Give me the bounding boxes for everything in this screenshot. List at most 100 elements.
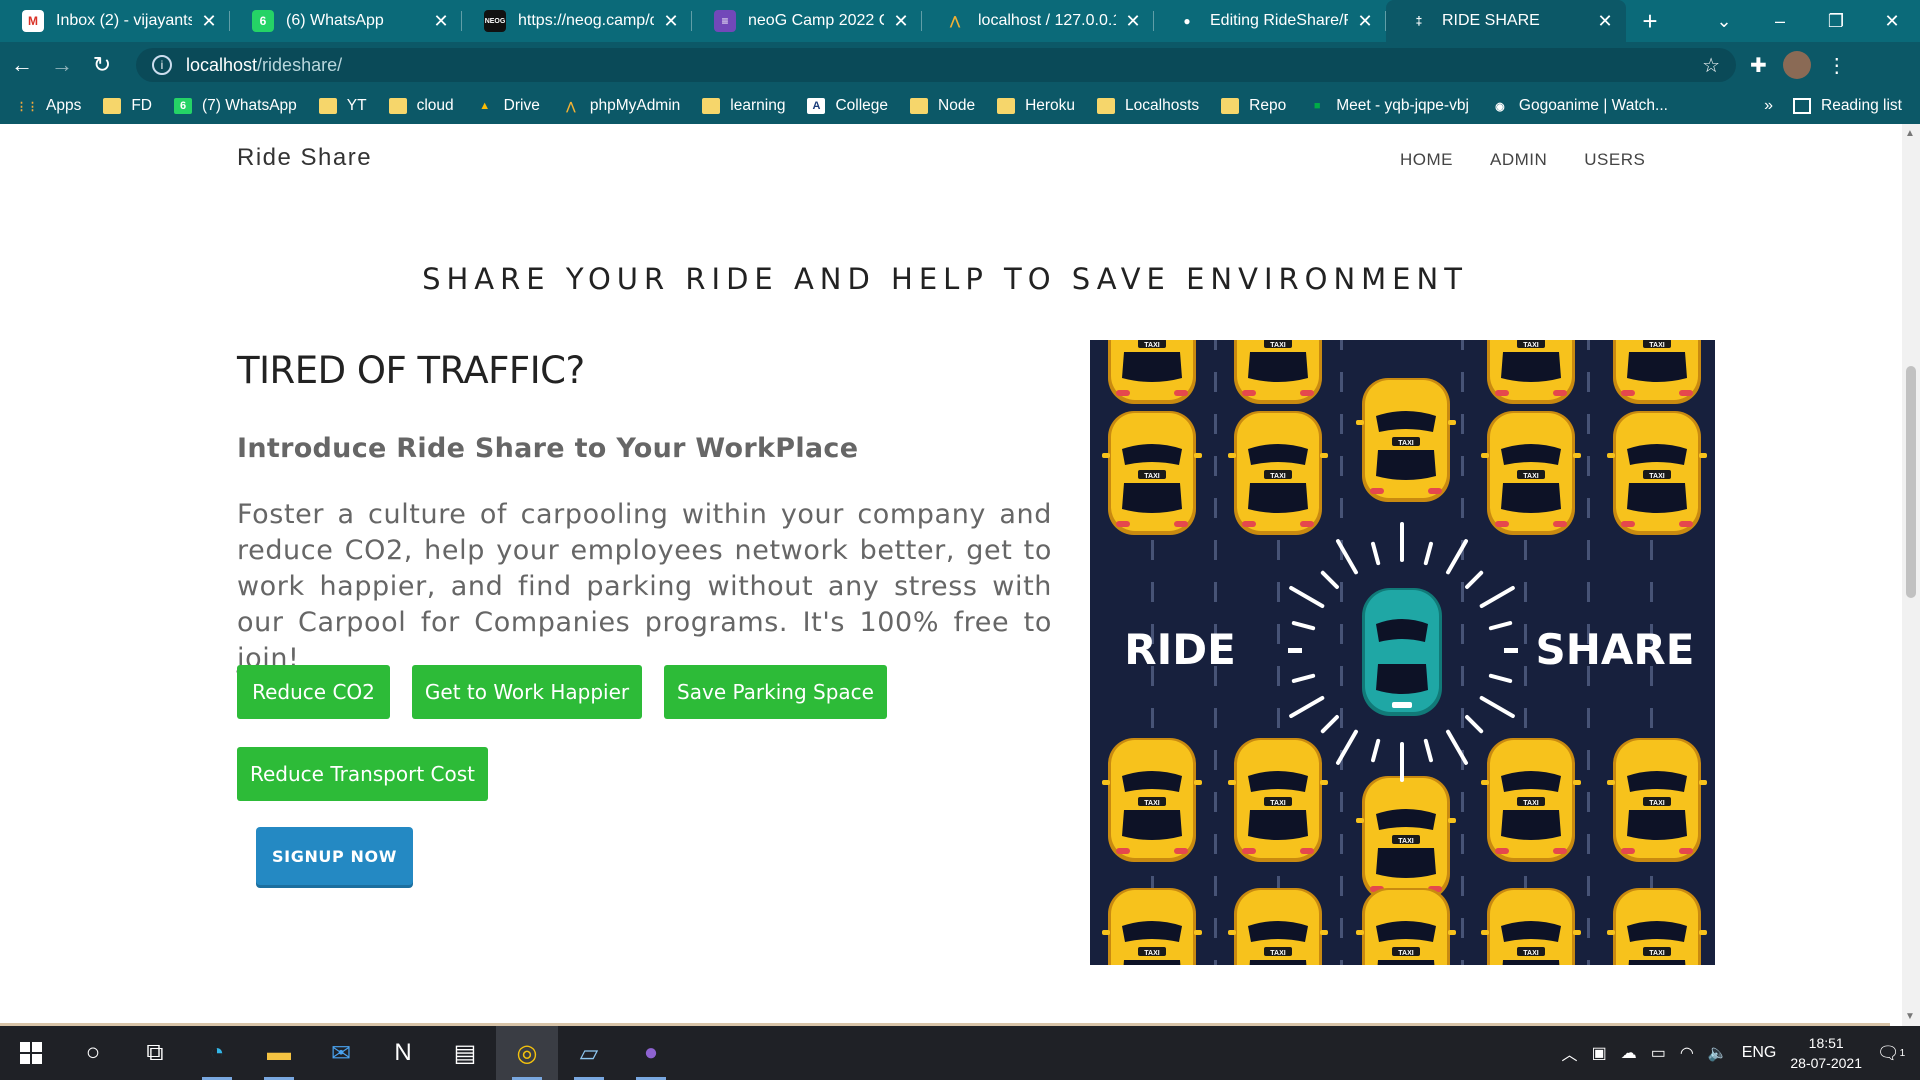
address-path: /rideshare/ [257,54,343,75]
bookmark-item[interactable]: A College [807,97,888,115]
minimize-icon[interactable]: – [1752,11,1808,32]
signup-button[interactable]: SIGNUP NOW [256,827,413,885]
bookmarks-overflow-icon[interactable]: » [1764,97,1773,115]
scrollbar-thumb[interactable] [1906,366,1916,598]
task-view-icon[interactable]: ⧉ [124,1026,186,1080]
scroll-down-icon[interactable]: ▼ [1905,1011,1915,1022]
bookmark-item[interactable]: Node [910,97,975,115]
lane-dash-mark [1587,414,1590,434]
browser-tab[interactable]: M Inbox (2) - vijayants.1€ ✕ [0,0,230,42]
edge-icon[interactable]: ◔ [186,1026,248,1080]
page-scrollbar[interactable]: ▲ ▼ [1902,124,1920,1026]
benefit-transport-cost-button[interactable]: Reduce Transport Cost [237,747,488,801]
close-tab-icon[interactable]: ✕ [660,11,682,32]
tray-chevron-icon[interactable]: ︿ [1562,1041,1578,1065]
extensions-icon[interactable]: ✚ [1750,53,1767,78]
taxi-mirror [1228,780,1236,785]
site-info-icon[interactable]: i [152,55,172,75]
reading-list-button[interactable]: Reading list [1793,97,1902,115]
browser-tab[interactable]: ⋀ localhost / 127.0.0.1 | ✕ [922,0,1154,42]
github-desktop-icon[interactable]: ● [620,1026,682,1080]
lane-dash-mark [1340,792,1343,812]
bookmark-item[interactable]: 6 (7) WhatsApp [174,97,297,115]
bookmark-item[interactable]: FD [103,97,152,115]
lane-dash-mark [1214,750,1217,770]
back-icon[interactable]: ← [4,52,40,78]
scroll-up-icon[interactable]: ▲ [1905,128,1915,139]
close-tab-icon[interactable]: ✕ [1354,11,1376,32]
browser-tab[interactable]: ≡ neoG Camp 2022 Coh ✕ [692,0,922,42]
folder-icon [910,98,929,114]
clock-time: 18:51 [1808,1035,1844,1051]
browser-tab[interactable]: ● Editing RideShare/RE ✕ [1154,0,1386,42]
close-tab-icon[interactable]: ✕ [890,11,912,32]
clock[interactable]: 18:51 28-07-2021 [1790,1033,1862,1073]
nav-users-link[interactable]: USERS [1584,150,1645,170]
volume-icon[interactable]: 🔈 [1708,1043,1728,1063]
bookmark-item[interactable]: ⋮⋮ Apps [16,97,81,115]
bookmark-item[interactable]: ■ Meet - yqb-jqpe-vbj [1308,97,1469,115]
bookmark-item[interactable]: cloud [388,97,454,115]
menu-kebab-icon[interactable]: ⋮ [1827,53,1847,78]
bookmark-item[interactable]: Heroku [997,97,1075,115]
burst-ray-mark [1371,541,1381,566]
notification-center-icon[interactable]: 🗨 1 [1876,1038,1906,1068]
folder-icon [103,98,122,114]
browser-tab[interactable]: NEOG https://neog.camp/qu ✕ [462,0,692,42]
tab-search-icon[interactable]: ⌄ [1696,11,1752,32]
store-icon[interactable]: ▤ [434,1026,496,1080]
chrome-icon[interactable]: ◎ [496,1026,558,1080]
laptop-app-icon[interactable]: ▱ [558,1026,620,1080]
site-brand[interactable]: Ride Share [237,144,372,172]
lane-dash-mark [1277,582,1280,602]
benefit-work-happier-button[interactable]: Get to Work Happier [412,665,642,719]
lane-dash-mark [1587,708,1590,728]
new-tab-button[interactable]: + [1626,0,1674,42]
bookmark-item[interactable]: YT [318,97,367,115]
restore-icon[interactable]: ❐ [1808,11,1864,32]
bookmark-label: Localhosts [1125,97,1200,114]
nav-home-link[interactable]: HOME [1400,150,1453,170]
file-explorer-icon[interactable]: ▬ [248,1026,310,1080]
windows-start-icon[interactable] [0,1026,62,1080]
reload-icon[interactable]: ↻ [84,52,120,78]
profile-avatar[interactable] [1782,51,1811,79]
mail-icon[interactable]: ✉ [310,1026,372,1080]
nav-admin-link[interactable]: ADMIN [1490,150,1547,170]
bookmark-star-icon[interactable]: ☆ [1702,53,1720,78]
address-bar[interactable]: i localhost/rideshare/ ☆ [136,48,1736,82]
taxi-windshield [1376,411,1436,432]
battery-icon[interactable]: ▭ [1651,1043,1666,1063]
benefit-reduce-co2-button[interactable]: Reduce CO2 [237,665,390,719]
onedrive-icon[interactable]: ☁ [1621,1043,1637,1063]
browser-tab-bar: M Inbox (2) - vijayants.1€ ✕ 6 (6) WhatsApp ✕… [0,0,1920,42]
bookmark-item[interactable]: ▲ Drive [476,97,540,115]
bookmark-item[interactable]: learning [702,97,785,115]
taxi-tail-light [1495,848,1509,854]
taxi-car-icon: TAXI [1356,776,1456,900]
notion-icon[interactable]: N [372,1026,434,1080]
bookmark-item[interactable]: ⋀ phpMyAdmin [562,97,680,115]
lane-dash-mark [1340,666,1343,686]
benefit-parking-button[interactable]: Save Parking Space [664,665,887,719]
close-tab-icon[interactable]: ✕ [1594,11,1616,32]
forward-icon[interactable]: → [44,52,80,78]
close-tab-icon[interactable]: ✕ [1122,11,1144,32]
burst-ray-mark [1291,621,1316,631]
close-window-icon[interactable]: ✕ [1864,11,1920,32]
taxi-label: TAXI [1523,473,1538,480]
bookmark-item[interactable]: Repo [1221,97,1286,115]
browser-tab[interactable]: ‡ RIDE SHARE ✕ [1386,0,1626,42]
bookmark-item[interactable]: Localhosts [1097,97,1199,115]
lane-dash-mark [1214,540,1217,560]
tray-device-icon[interactable]: ▣ [1592,1043,1607,1063]
close-tab-icon[interactable]: ✕ [430,11,452,32]
search-icon[interactable]: ○ [62,1026,124,1080]
bookmark-item[interactable]: ◉ Gogoanime | Watch... [1491,97,1668,115]
language-indicator[interactable]: ENG [1742,1044,1777,1062]
reading-list-icon [1793,98,1811,114]
close-tab-icon[interactable]: ✕ [198,11,220,32]
wifi-icon[interactable]: ◠ [1680,1043,1694,1063]
browser-tab[interactable]: 6 (6) WhatsApp ✕ [230,0,462,42]
lane-dash-mark [1461,340,1464,350]
